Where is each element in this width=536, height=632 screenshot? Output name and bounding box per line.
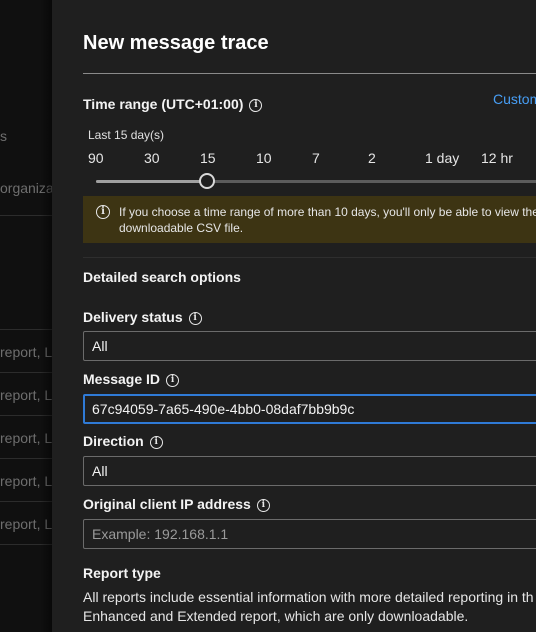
new-message-trace-panel: New message trace Time range (UTC+01:00)… — [52, 0, 536, 632]
time-range-label: Time range (UTC+01:00) i — [83, 96, 263, 112]
slider-tick-label: 30 — [144, 150, 160, 166]
info-icon[interactable]: i — [249, 99, 263, 112]
section-divider — [83, 257, 536, 258]
slider-tick-label: 7 — [312, 150, 320, 166]
panel-title: New message trace — [83, 32, 269, 54]
time-range-selected-label: Last 15 day(s) — [88, 128, 165, 142]
message-id-input[interactable]: 67c94059-7a65-490e-4bb0-08daf7bb9b9c — [83, 394, 536, 424]
detailed-search-heading: Detailed search options — [83, 269, 241, 285]
info-icon[interactable]: i — [256, 499, 270, 512]
screen: s organiza report, L report, L report, L… — [0, 0, 536, 632]
delivery-status-value: All — [92, 338, 108, 354]
info-icon[interactable]: i — [149, 436, 163, 449]
time-range-warning: i If you choose a time range of more tha… — [83, 196, 536, 243]
time-range-slider-fill — [96, 180, 207, 183]
message-id-label: Message ID i — [83, 371, 180, 387]
direction-label: Direction i — [83, 433, 163, 449]
slider-tick-label: 2 — [368, 150, 376, 166]
delivery-status-label-text: Delivery status — [83, 309, 183, 325]
report-type-description: All reports include essential informatio… — [83, 588, 536, 626]
info-icon[interactable]: i — [166, 374, 180, 387]
time-range-slider-thumb[interactable] — [199, 173, 215, 189]
slider-tick-label: 90 — [88, 150, 104, 166]
slider-tick-label: 12 hr — [481, 150, 513, 166]
report-type-description-line: Enhanced and Extended report, which are … — [83, 608, 469, 624]
report-type-description-line: All reports include essential informatio… — [83, 589, 534, 605]
custom-time-range-link[interactable]: Custom — [493, 91, 536, 107]
message-id-value: 67c94059-7a65-490e-4bb0-08daf7bb9b9c — [92, 401, 355, 417]
direction-label-text: Direction — [83, 433, 144, 449]
direction-dropdown[interactable]: All — [83, 456, 536, 486]
client-ip-placeholder: Example: 192.168.1.1 — [92, 526, 229, 542]
client-ip-label-text: Original client IP address — [83, 496, 251, 512]
delivery-status-dropdown[interactable]: All — [83, 331, 536, 361]
message-id-label-text: Message ID — [83, 371, 161, 387]
client-ip-label: Original client IP address i — [83, 496, 270, 512]
delivery-status-label: Delivery status i — [83, 309, 202, 325]
title-divider — [83, 73, 536, 74]
direction-value: All — [92, 463, 108, 479]
slider-tick-label: 10 — [256, 150, 272, 166]
slider-tick-label: 1 day — [425, 150, 460, 166]
info-icon[interactable]: i — [188, 312, 202, 325]
time-range-ticks: 90 30 15 10 7 2 1 day 12 hr — [52, 150, 536, 168]
client-ip-input[interactable]: Example: 192.168.1.1 — [83, 519, 536, 549]
time-range-label-text: Time range (UTC+01:00) — [83, 96, 244, 112]
report-type-label: Report type — [83, 565, 161, 581]
slider-tick-label: 15 — [200, 150, 216, 166]
background-nav-item[interactable]: s — [0, 128, 7, 144]
warning-message: If you choose a time range of more than … — [119, 205, 536, 235]
info-icon: i — [96, 205, 110, 219]
